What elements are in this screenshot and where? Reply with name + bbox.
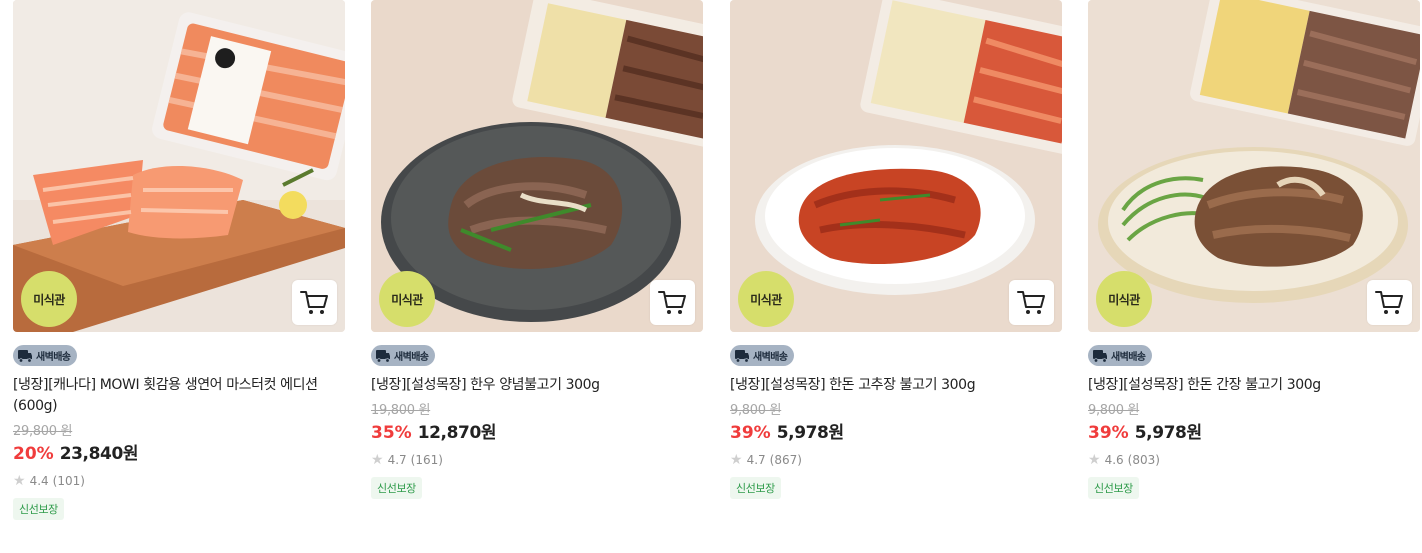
cart-icon [299,290,328,314]
product-image[interactable]: 미식관 [1088,0,1420,332]
rating-score: 4.7 [387,452,407,467]
product-card[interactable]: 미식관 새벽배송 [냉장][설성목장] 한돈 고추장 불고기 300g 9,80… [730,0,1062,499]
dawn-delivery-badge: 새벽배송 [730,345,795,366]
product-image[interactable]: 미식관 [13,0,345,332]
gourmet-badge: 미식관 [379,271,435,327]
sale-price: 5,978원 [1134,422,1202,443]
original-price: 19,800 원 [371,402,431,418]
sale-price: 12,870원 [417,422,497,443]
cart-icon [1016,290,1045,314]
truck-icon [18,349,32,363]
discount-rate: 20% [13,443,54,464]
product-name[interactable]: [냉장][설성목장] 한우 양념불고기 300g [371,375,701,396]
dawn-delivery-badge: 새벽배송 [1088,345,1153,366]
review-count: (161) [410,452,443,467]
delivery-label: 새벽배송 [1111,352,1146,363]
product-image[interactable]: 미식관 [730,0,1062,332]
price-row: 20% 23,840원 [13,443,345,465]
sale-price: 23,840원 [59,443,139,464]
product-image[interactable]: 미식관 [371,0,703,332]
review-count: (101) [52,473,85,488]
freshness-tag: 신선보장 [13,497,64,520]
original-price: 29,800 원 [13,423,73,439]
add-to-cart-button[interactable] [292,280,337,325]
delivery-label: 새벽배송 [753,352,788,363]
product-name[interactable]: [냉장][캐나다] MOWI 횟감용 생연어 마스터컷 에디션 (600g) [13,375,343,417]
product-name[interactable]: [냉장][설성목장] 한돈 간장 불고기 300g [1088,375,1418,396]
price-row: 39% 5,978원 [1088,422,1420,444]
gourmet-badge: 미식관 [1096,271,1152,327]
truck-icon [1093,349,1107,363]
delivery-label: 새벽배송 [36,352,71,363]
freshness-tag: 신선보장 [1088,476,1139,499]
add-to-cart-button[interactable] [650,280,695,325]
star-icon: ★ [371,451,384,468]
star-icon: ★ [13,472,26,489]
rating: ★ 4.4 (101) [13,472,345,490]
review-count: (867) [769,452,802,467]
review-count: (803) [1127,452,1160,467]
product-name[interactable]: [냉장][설성목장] 한돈 고추장 불고기 300g [730,375,1060,396]
star-icon: ★ [730,451,743,468]
add-to-cart-button[interactable] [1009,280,1054,325]
product-grid: 미식관 새벽배송 [냉장][캐나다] MOWI 횟감용 생연어 마스터컷 에디션… [0,0,1422,553]
gourmet-badge: 미식관 [21,271,77,327]
product-card[interactable]: 미식관 새벽배송 [냉장][설성목장] 한돈 간장 불고기 300g 9,800… [1088,0,1420,499]
price-row: 39% 5,978원 [730,422,1062,444]
freshness-tag: 신선보장 [730,476,781,499]
discount-rate: 35% [371,422,412,443]
original-price: 9,800 원 [730,402,782,418]
gourmet-badge: 미식관 [738,271,794,327]
dawn-delivery-badge: 새벽배송 [13,345,78,366]
star-icon: ★ [1088,451,1101,468]
sale-price: 5,978원 [776,422,844,443]
rating-score: 4.7 [746,452,766,467]
delivery-label: 새벽배송 [394,352,429,363]
freshness-tag: 신선보장 [371,476,422,499]
add-to-cart-button[interactable] [1367,280,1412,325]
original-price: 9,800 원 [1088,402,1140,418]
cart-icon [657,290,686,314]
price-row: 35% 12,870원 [371,422,703,444]
cart-icon [1374,290,1403,314]
truck-icon [735,349,749,363]
discount-rate: 39% [730,422,771,443]
rating: ★ 4.7 (867) [730,451,1062,469]
rating-score: 4.4 [29,473,49,488]
product-card[interactable]: 미식관 새벽배송 [냉장][캐나다] MOWI 횟감용 생연어 마스터컷 에디션… [13,0,345,520]
rating-score: 4.6 [1104,452,1124,467]
dawn-delivery-badge: 새벽배송 [371,345,436,366]
rating: ★ 4.6 (803) [1088,451,1420,469]
discount-rate: 39% [1088,422,1129,443]
rating: ★ 4.7 (161) [371,451,703,469]
truck-icon [376,349,390,363]
product-card[interactable]: 미식관 새벽배송 [냉장][설성목장] 한우 양념불고기 300g 19,800… [371,0,703,499]
